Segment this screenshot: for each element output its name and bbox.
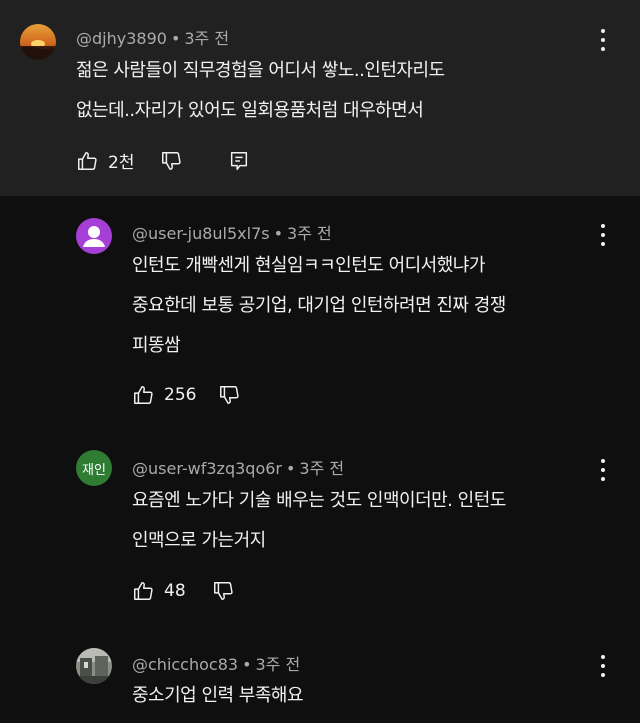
like-count: 48 xyxy=(164,581,186,601)
username[interactable]: @chicchoc83 xyxy=(132,655,238,674)
thumbs-up-icon[interactable] xyxy=(132,580,154,602)
timestamp[interactable]: 3주 전 xyxy=(256,655,301,674)
comment-actions: 2천 xyxy=(76,148,250,173)
avatar[interactable] xyxy=(20,24,56,60)
comment-text-line: 피똥쌈 xyxy=(132,335,181,356)
comment-meta: @user-wf3zq3qo6r • 3주 전 xyxy=(132,455,344,479)
comment-text-line: 요즘엔 노가다 기술 배우는 것도 인맥이더만. 인턴도 xyxy=(132,490,506,511)
thumbs-up-icon[interactable] xyxy=(132,384,154,406)
timestamp[interactable]: 3주 전 xyxy=(184,29,229,48)
comment-text: 인턴도 개빡센게 현실임ㅋㅋ인턴도 어디서했냐가 중요한데 보통 공기업, 대기… xyxy=(132,246,506,366)
more-options-icon[interactable] xyxy=(598,459,608,481)
comment-text: 중소기업 인력 부족해요 xyxy=(132,676,304,716)
avatar-initials: 재인 xyxy=(82,462,106,478)
thumbs-down-icon[interactable] xyxy=(218,384,240,406)
comment-text: 요즘엔 노가다 기술 배우는 것도 인맥이더만. 인턴도 인맥으로 가는거지 xyxy=(132,481,506,561)
username[interactable]: @user-ju8ul5xl7s xyxy=(132,224,270,243)
username[interactable]: @user-wf3zq3qo6r xyxy=(132,459,282,478)
like-count: 2천 xyxy=(108,153,135,173)
default-person-icon xyxy=(83,226,105,247)
comment-text-line: 중소기업 인력 부족해요 xyxy=(132,685,304,706)
avatar[interactable] xyxy=(76,218,112,254)
thumbs-down-icon[interactable] xyxy=(160,150,182,172)
comment-meta: @djhy3890 • 3주 전 xyxy=(76,25,229,49)
comment-actions: 48 xyxy=(132,580,234,602)
more-options-icon[interactable] xyxy=(598,29,608,51)
thumbs-up-icon[interactable] xyxy=(76,150,98,172)
timestamp[interactable]: 3주 전 xyxy=(299,459,344,478)
comment-meta: @user-ju8ul5xl7s • 3주 전 xyxy=(132,220,332,244)
comment-text-line: 인턴도 개빡센게 현실임ㅋㅋ인턴도 어디서했냐가 xyxy=(132,255,485,276)
comment-text-line: 중요한데 보통 공기업, 대기업 인턴하려면 진짜 경쟁 xyxy=(132,295,506,316)
avatar[interactable] xyxy=(76,648,112,684)
comment-text-line: 없는데..자리가 있어도 일회용품처럼 대우하면서 xyxy=(76,100,424,121)
more-options-icon[interactable] xyxy=(598,655,608,677)
photo-avatar-image xyxy=(76,648,112,684)
timestamp[interactable]: 3주 전 xyxy=(287,224,332,243)
comment-text-line: 젊은 사람들이 직무경험을 어디서 쌓노..인턴자리도 xyxy=(76,60,445,81)
dot-separator: • xyxy=(170,29,181,48)
avatar[interactable]: 재인 xyxy=(76,450,112,486)
reply-icon[interactable] xyxy=(228,150,250,172)
sunset-avatar-image xyxy=(20,24,56,60)
dot-separator: • xyxy=(285,459,296,478)
comment-text-line: 인맥으로 가는거지 xyxy=(132,530,266,551)
more-options-icon[interactable] xyxy=(598,224,608,246)
dot-separator: • xyxy=(242,655,252,674)
comment-meta: @chicchoc83 • 3주 전 xyxy=(132,651,300,675)
thumbs-down-icon[interactable] xyxy=(212,580,234,602)
comment-text: 젊은 사람들이 직무경험을 어디서 쌓노..인턴자리도 없는데..자리가 있어도… xyxy=(76,51,445,131)
comment-actions: 256 xyxy=(132,384,240,406)
dot-separator: • xyxy=(273,224,284,243)
like-count: 256 xyxy=(164,385,197,405)
username[interactable]: @djhy3890 xyxy=(76,29,167,48)
